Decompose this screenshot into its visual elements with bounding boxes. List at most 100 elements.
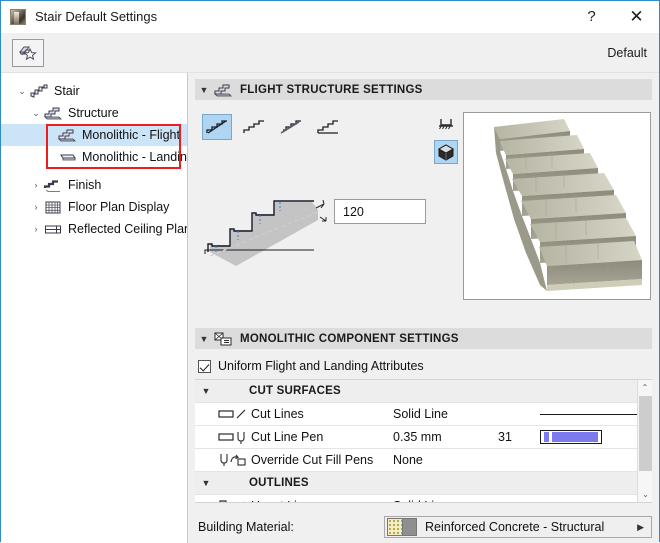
table-row[interactable]: Uncut Lines Solid Line (195, 495, 652, 503)
section-title: FLIGHT STRUCTURE SETTINGS (240, 84, 423, 96)
structure-icon (43, 105, 63, 121)
group-label: CUT SURFACES (249, 385, 341, 397)
favorites-star-icon (17, 43, 39, 63)
structure-type-open-riser[interactable] (313, 114, 343, 140)
scroll-up-arrow-icon[interactable]: ⌃ (638, 380, 652, 395)
row-swatch[interactable] (540, 430, 652, 444)
collapse-arrow-icon[interactable]: ▼ (195, 85, 213, 95)
chevron-right-icon[interactable]: › (29, 218, 43, 240)
monolithic-flight-icon (57, 127, 77, 143)
component-settings-icon (213, 331, 233, 347)
window-controls: ? ✕ (569, 1, 659, 32)
solid-line-sample (540, 414, 652, 415)
pen-color-swatch[interactable] (540, 430, 602, 444)
row-swatch[interactable] (540, 414, 652, 415)
monolithic-landing-icon (57, 149, 77, 165)
ceiling-plan-icon (43, 221, 63, 237)
table-row[interactable]: Override Cut Fill Pens None (195, 449, 652, 472)
app-icon (10, 9, 26, 25)
uniform-attributes-label: Uniform Flight and Landing Attributes (218, 359, 424, 373)
row-label: Cut Line Pen (251, 430, 393, 444)
sidebar-item-label: Floor Plan Display (68, 200, 169, 214)
row-value[interactable]: 0.35 mm (393, 430, 498, 444)
settings-tree: ⌄ Stair ⌄ Stru (1, 73, 188, 543)
chevron-right-icon[interactable]: ▶ (637, 522, 644, 533)
flight-section-diagram (200, 190, 340, 265)
override-cut-fill-icon (217, 452, 251, 468)
sidebar-item-monolithic-landing[interactable]: Monolithic - Landin (1, 146, 187, 168)
uncut-line-icon (217, 498, 251, 503)
uniform-attributes-row[interactable]: Uniform Flight and Landing Attributes (198, 355, 659, 377)
title-bar: Stair Default Settings ? ✕ (1, 1, 659, 33)
group-collapse-arrow-icon[interactable]: ▼ (195, 478, 217, 488)
structure-type-stringer[interactable] (276, 114, 306, 140)
toolbar: Default (1, 33, 659, 73)
section-view-icon[interactable] (434, 112, 458, 136)
collapse-arrow-icon[interactable]: ▼ (195, 334, 213, 344)
material-swatch-icon (387, 518, 417, 536)
table-group-cut-surfaces[interactable]: ▼ CUT SURFACES (195, 380, 652, 403)
table-scrollbar[interactable]: ⌃ ⌄ (637, 380, 652, 502)
flight-structure-header[interactable]: ▼ FLIGHT STRUCTURE SETTINGS (195, 79, 652, 100)
row-pen[interactable]: 31 (498, 430, 540, 444)
table-group-outlines[interactable]: ▼ OUTLINES (195, 472, 652, 495)
chevron-down-icon[interactable]: ⌄ (15, 80, 29, 102)
favorites-button[interactable] (12, 39, 44, 67)
sidebar-item-monolithic-flight[interactable]: Monolithic - Flight (1, 124, 187, 146)
building-material-value: Reinforced Concrete - Structural (425, 520, 604, 534)
uniform-attributes-checkbox[interactable] (198, 360, 211, 373)
component-attributes-table: ▼ CUT SURFACES Cut Lines Solid Line (195, 379, 652, 503)
stair-default-settings-window: Stair Default Settings ? ✕ Default ⌄ (0, 0, 660, 542)
row-value[interactable]: Solid Line (393, 407, 498, 421)
sidebar-item-label: Monolithic - Landin (82, 150, 187, 164)
monolithic-component-header[interactable]: ▼ MONOLITHIC COMPONENT SETTINGS (195, 328, 652, 349)
stair-icon (29, 83, 49, 99)
window-title: Stair Default Settings (35, 9, 157, 24)
group-collapse-arrow-icon[interactable]: ▼ (195, 386, 217, 396)
content-area: ⌄ Stair ⌄ Stru (1, 73, 659, 543)
building-material-row: Building Material: Reinforced Concrete -… (188, 511, 659, 543)
scrollbar-thumb[interactable] (639, 396, 652, 471)
table-row[interactable]: Cut Line Pen 0.35 mm 31 (195, 426, 652, 449)
row-value[interactable]: None (393, 453, 498, 467)
chevron-right-icon[interactable]: › (29, 196, 43, 218)
stair-structure-icon (213, 82, 233, 98)
sidebar-item-floor-plan-display[interactable]: › Floor Plan Display (1, 196, 187, 218)
chevron-down-icon[interactable]: ⌄ (29, 102, 43, 124)
view-mode-group (434, 112, 460, 168)
sidebar-item-structure[interactable]: ⌄ Structure (1, 102, 187, 124)
row-value[interactable]: Solid Line (393, 499, 498, 503)
structure-type-monolithic[interactable] (202, 114, 232, 140)
help-button[interactable]: ? (569, 1, 614, 32)
flight-thickness-input[interactable]: 120 (334, 199, 426, 224)
sidebar-item-label: Structure (68, 106, 119, 120)
table-row[interactable]: Cut Lines Solid Line (195, 403, 652, 426)
floor-plan-icon (43, 199, 63, 215)
main-panel: ▼ FLIGHT STRUCTURE SETTINGS (188, 73, 659, 543)
sidebar-item-label: Reflected Ceiling Plan (68, 222, 188, 236)
finish-icon (43, 177, 63, 193)
flight-structure-body: 120 (188, 100, 659, 322)
sidebar-item-label: Monolithic - Flight (82, 128, 180, 142)
sidebar-item-reflected-ceiling-plan[interactable]: › Reflected Ceiling Plan (1, 218, 187, 240)
cut-line-icon (217, 406, 251, 422)
structure-type-group (202, 114, 343, 140)
cut-line-pen-icon (217, 429, 251, 445)
stair-3d-preview[interactable] (463, 112, 651, 300)
close-button[interactable]: ✕ (614, 1, 659, 32)
sidebar-item-label: Stair (54, 84, 80, 98)
building-material-dropdown[interactable]: Reinforced Concrete - Structural ▶ (384, 516, 652, 538)
default-label: Default (607, 46, 647, 60)
structure-type-cantilevered[interactable] (239, 114, 269, 140)
sidebar-item-label: Finish (68, 178, 101, 192)
group-label: OUTLINES (249, 477, 309, 489)
chevron-right-icon[interactable]: › (29, 174, 43, 196)
scroll-down-arrow-icon[interactable]: ⌄ (638, 487, 652, 502)
3d-view-icon[interactable] (434, 140, 458, 164)
sidebar-item-finish[interactable]: › Finish (1, 174, 187, 196)
sidebar-item-stair[interactable]: ⌄ Stair (1, 80, 187, 102)
building-material-label: Building Material: (198, 520, 294, 534)
row-label: Override Cut Fill Pens (251, 453, 393, 467)
row-label: Uncut Lines (251, 499, 393, 503)
section-title: MONOLITHIC COMPONENT SETTINGS (240, 333, 459, 345)
